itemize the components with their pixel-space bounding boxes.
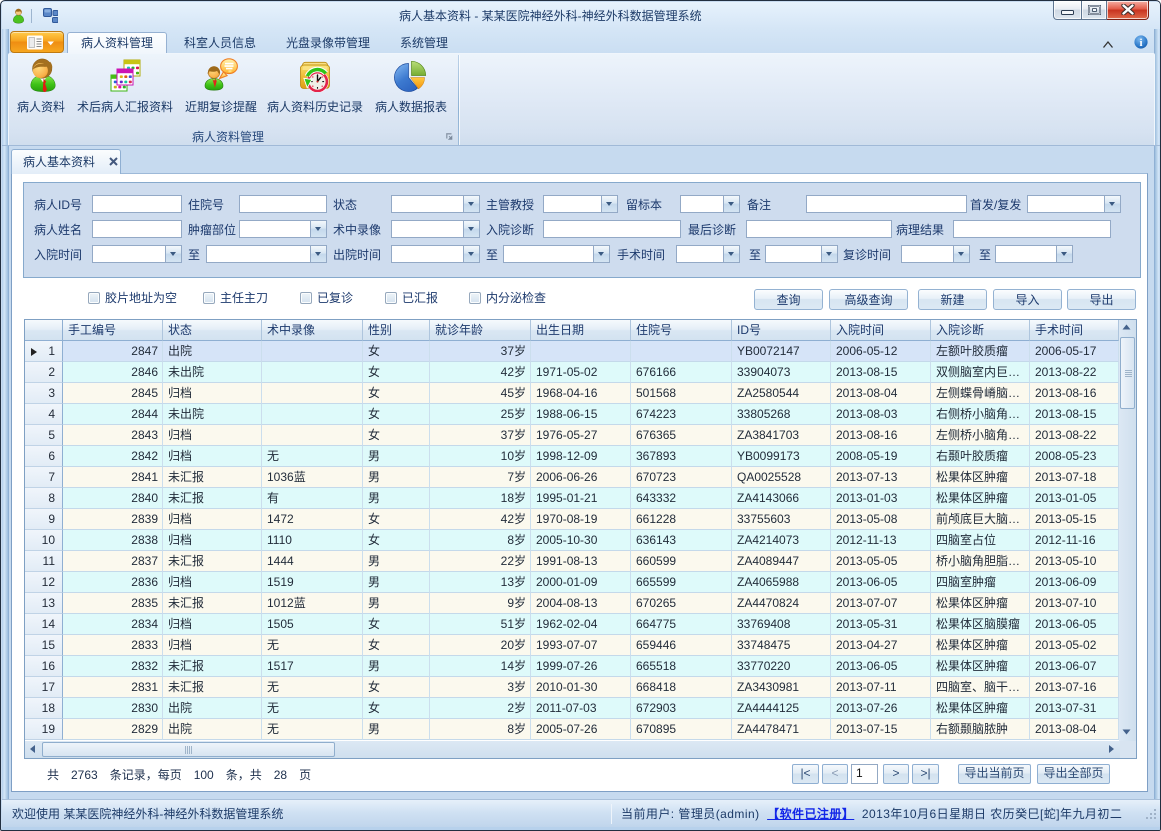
svg-text:i: i	[1139, 37, 1142, 49]
